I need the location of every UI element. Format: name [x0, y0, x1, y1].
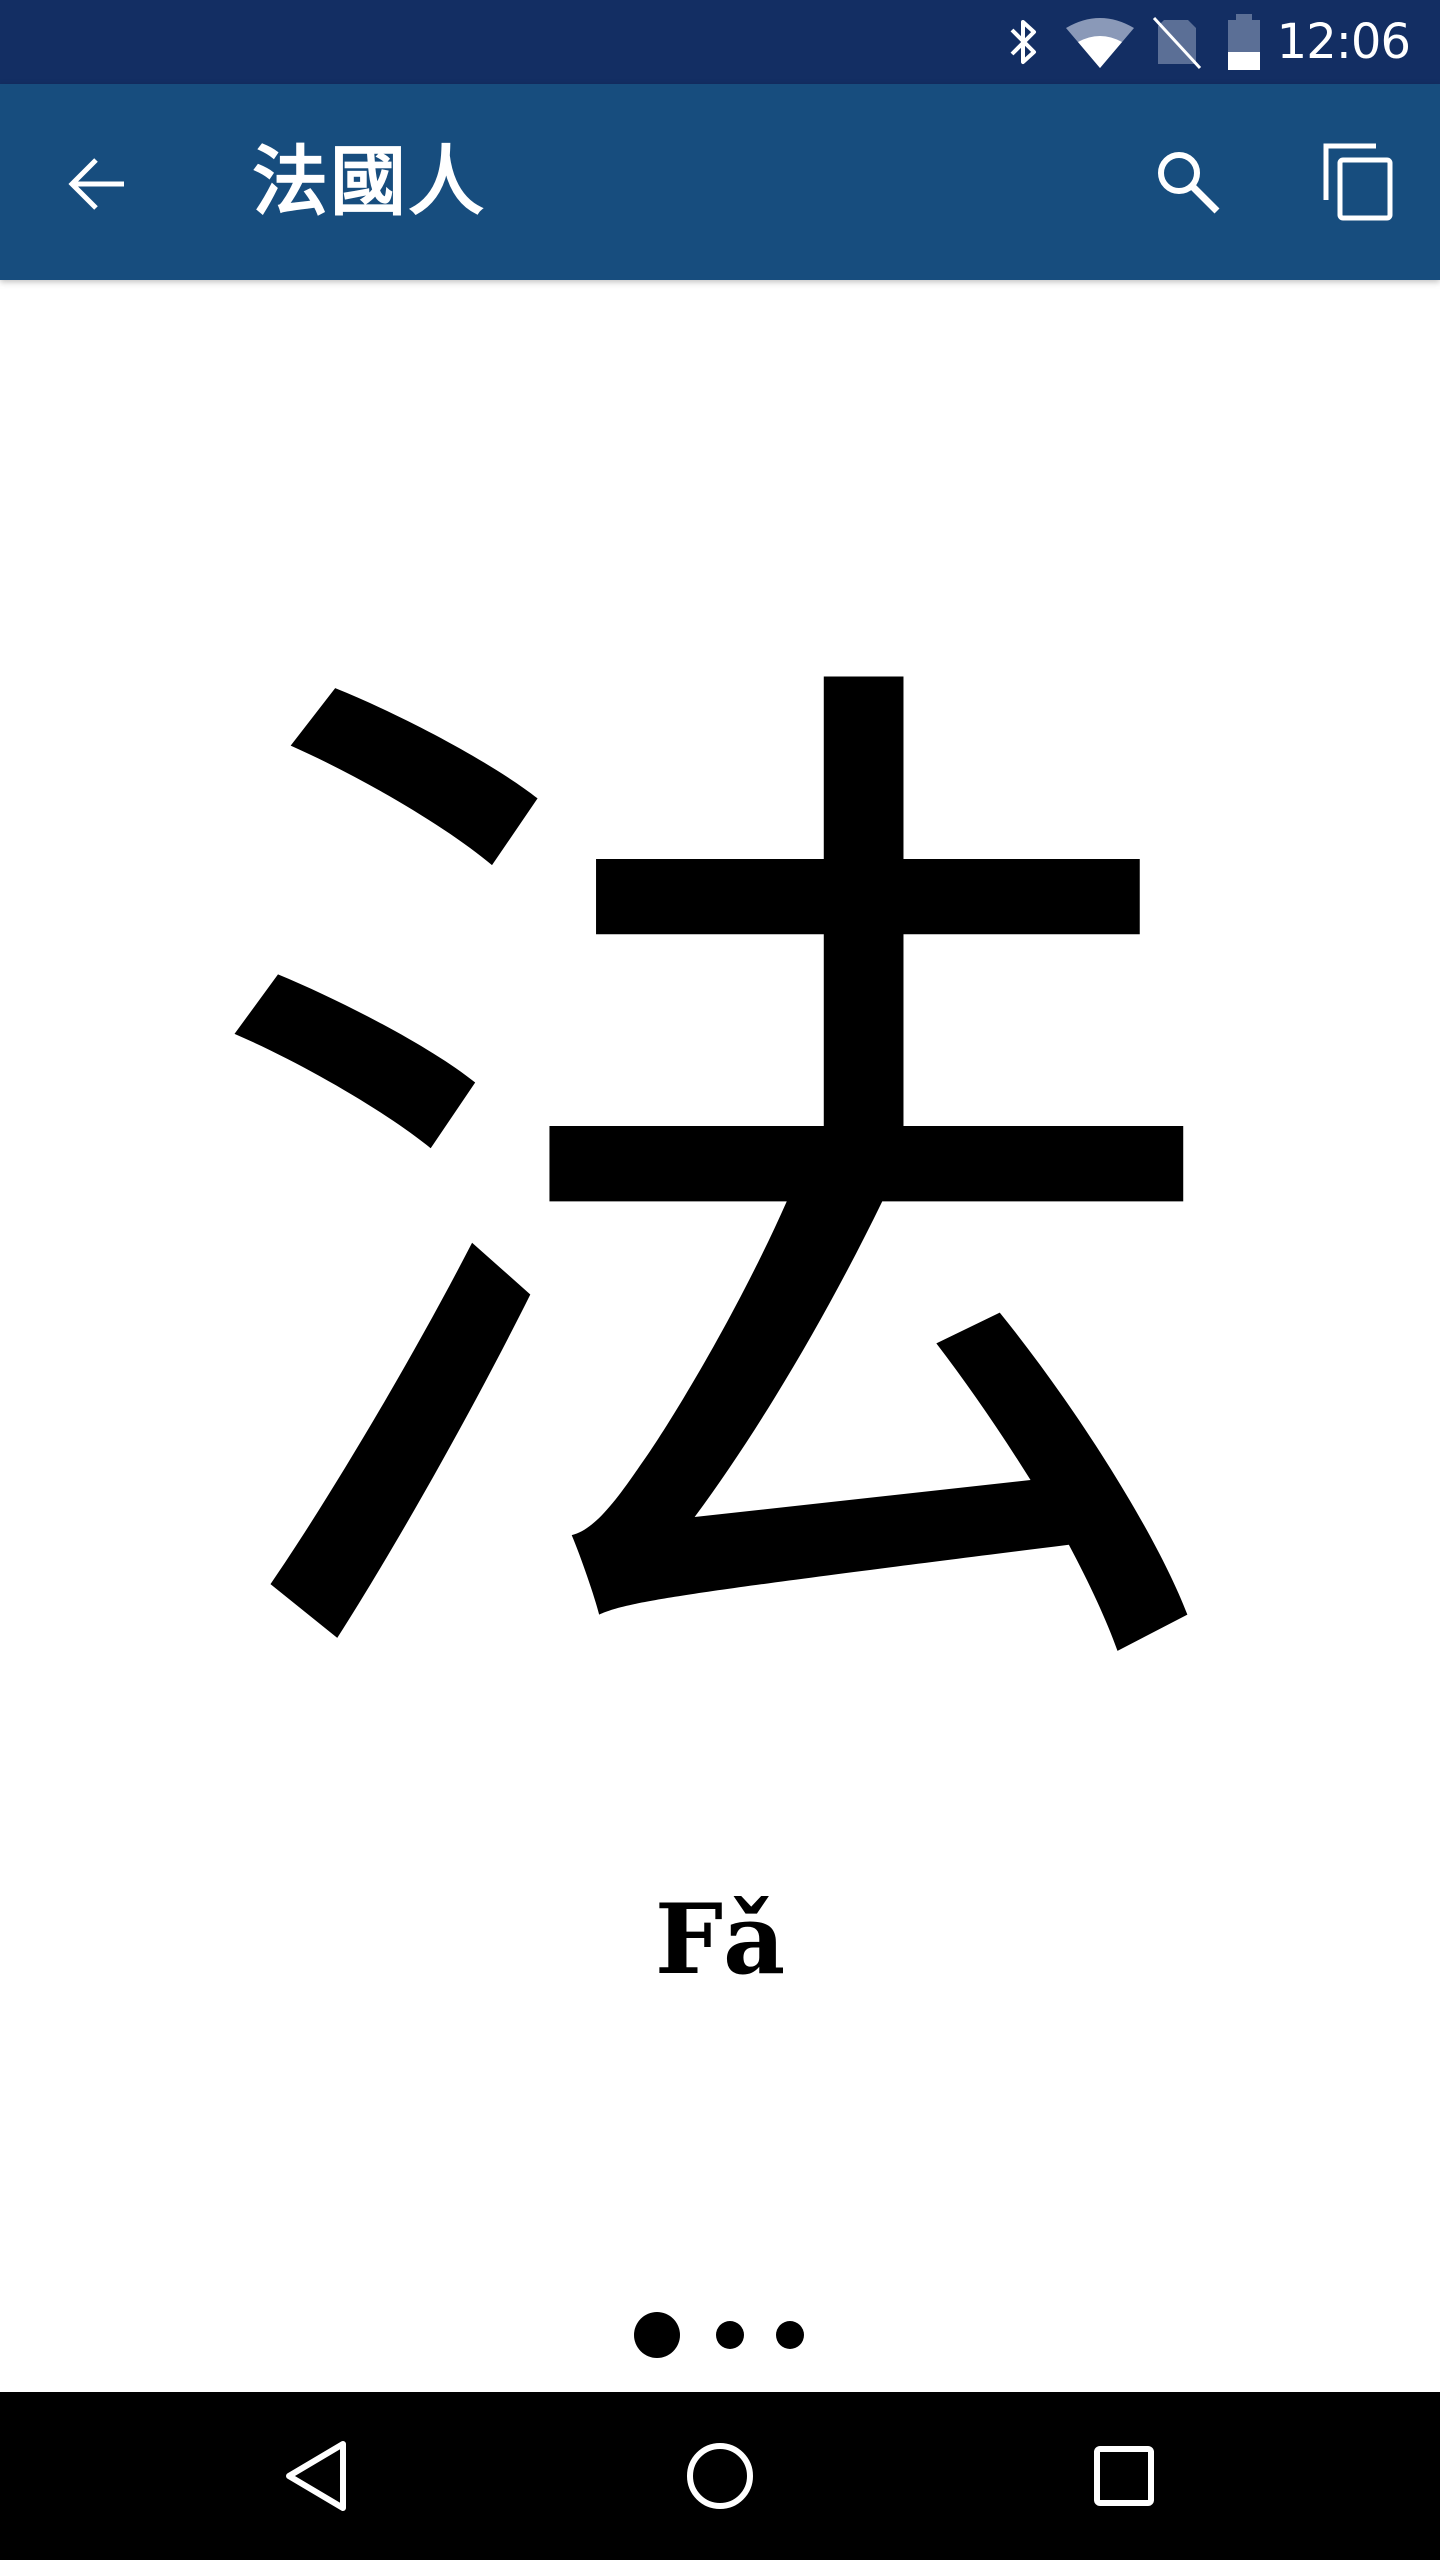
arrow-left-icon — [68, 158, 124, 210]
bluetooth-icon — [1004, 0, 1044, 84]
copy-button[interactable] — [1310, 134, 1406, 230]
app-bar: 法國人 — [0, 84, 1440, 280]
recents-square-icon — [1094, 2446, 1154, 2506]
copy-icon — [1323, 143, 1393, 221]
search-button[interactable] — [1146, 140, 1230, 224]
character-display: 法 — [190, 583, 1250, 1817]
status-bar: 12:06 — [0, 0, 1440, 84]
page-dot[interactable] — [776, 2321, 804, 2349]
status-time: 12:06 — [1276, 14, 1411, 70]
pinyin-text: Fǎ — [654, 1883, 786, 1996]
page-dot[interactable] — [716, 2321, 744, 2349]
no-sim-icon — [1150, 0, 1202, 84]
home-circle-icon — [687, 2443, 753, 2509]
nav-back-button[interactable] — [266, 2426, 366, 2526]
back-triangle-icon — [286, 2441, 346, 2511]
search-icon — [1158, 152, 1220, 214]
battery-icon — [1222, 0, 1266, 84]
back-button[interactable] — [56, 142, 140, 226]
page-indicator — [0, 2300, 1440, 2370]
page-dot-active[interactable] — [634, 2312, 680, 2358]
nav-recents-button[interactable] — [1074, 2426, 1174, 2526]
page-title: 法國人 — [252, 137, 486, 226]
wifi-icon — [1064, 0, 1136, 84]
navigation-bar — [0, 2392, 1440, 2560]
nav-home-button[interactable] — [670, 2426, 770, 2526]
